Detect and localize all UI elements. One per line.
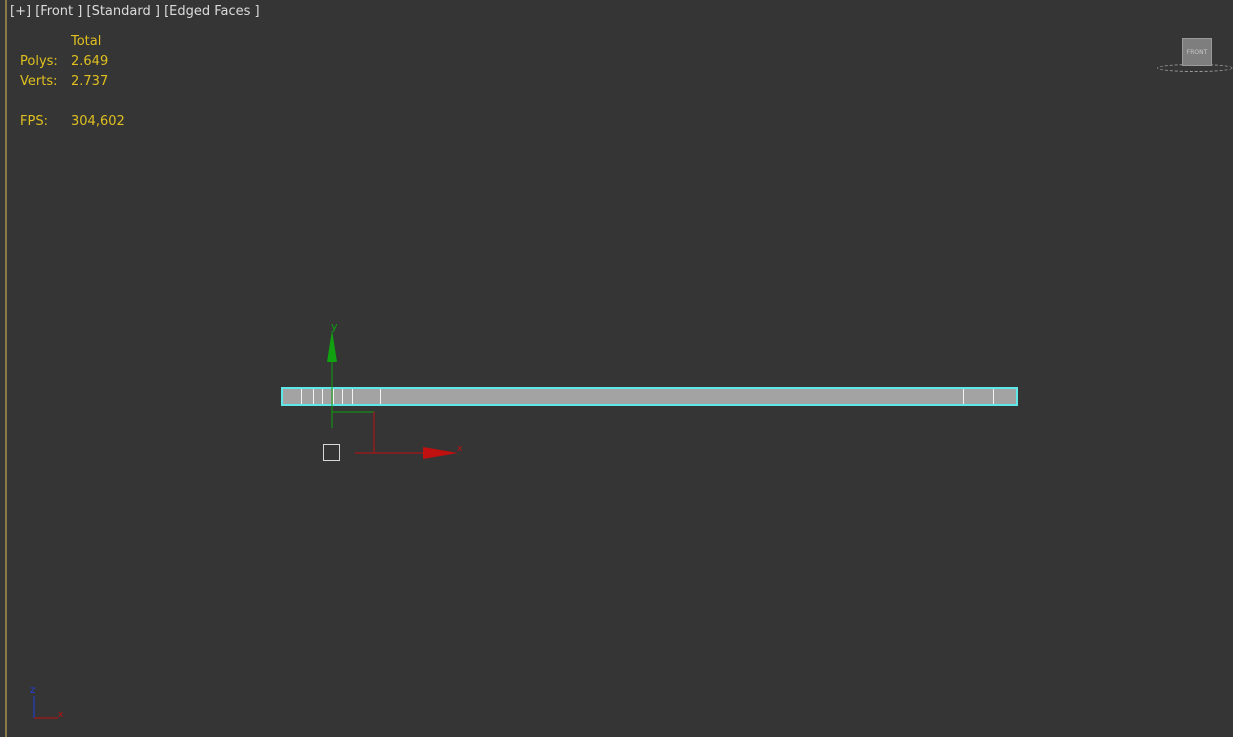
corner-x-label: x	[58, 710, 64, 720]
corner-z-label: z	[30, 685, 35, 696]
front-viewport[interactable]: [+] [Front ] [Standard ] [Edged Faces ] …	[0, 0, 1233, 737]
corner-axis-tripod: z x	[30, 685, 64, 720]
